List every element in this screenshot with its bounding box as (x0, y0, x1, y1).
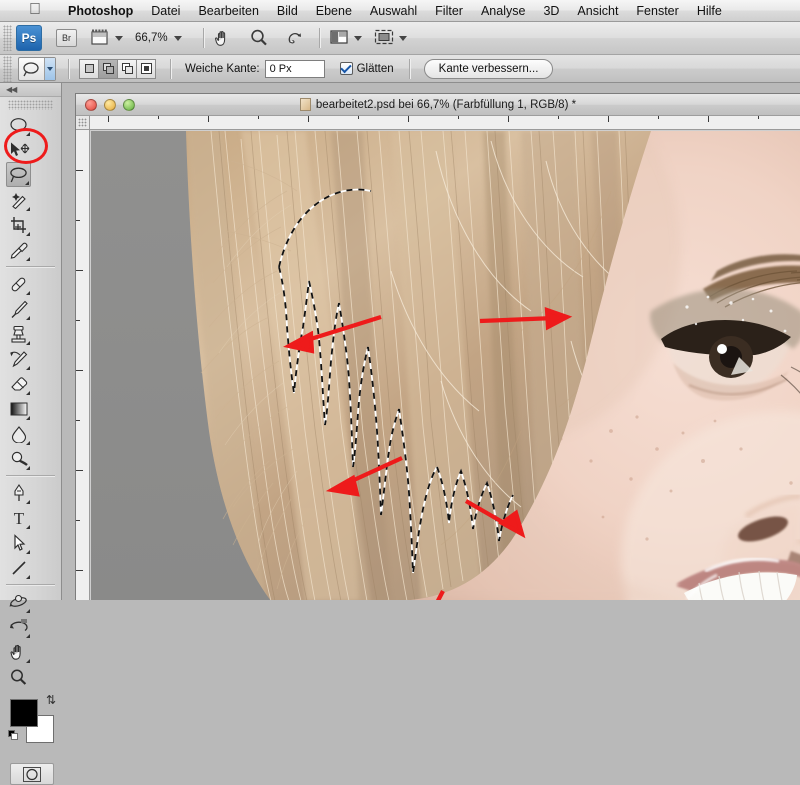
current-tool-preset-picker[interactable] (18, 56, 56, 81)
document-window: bearbeitet2.psd bei 66,7% (Farbfüllung 1… (75, 93, 800, 600)
appbar-divider-2 (318, 28, 320, 48)
move-tool[interactable] (6, 137, 31, 162)
appbar-drag-grip[interactable] (3, 25, 12, 51)
subtract-from-selection-button[interactable] (117, 58, 137, 79)
menu-item-auswahl[interactable]: Auswahl (361, 4, 426, 18)
crop-tool[interactable] (6, 212, 31, 237)
toolbox-separator-1 (6, 266, 55, 267)
marquee-elliptical-tool[interactable] (6, 112, 31, 137)
lasso-tool[interactable] (6, 162, 31, 187)
history-brush-tool[interactable] (6, 346, 31, 371)
feather-input[interactable]: 0 Px (264, 59, 325, 78)
toolbox-group-selection (0, 112, 61, 262)
toolbox-separator-2 (6, 475, 55, 476)
svg-text:T: T (13, 509, 24, 527)
3d-rotate-tool[interactable] (6, 589, 31, 614)
dodge-tool[interactable] (6, 446, 31, 471)
intersect-with-selection-button[interactable] (136, 58, 156, 79)
view-extras-chevron-down-icon[interactable] (115, 35, 123, 41)
menu-item-bearbeiten[interactable]: Bearbeiten (189, 4, 267, 18)
hand-tool-icon[interactable] (213, 28, 235, 48)
refine-edge-button[interactable]: Kante verbessern... (423, 58, 554, 79)
application-bar: Ps Br 66,7% (0, 22, 800, 55)
eraser-tool[interactable] (6, 371, 31, 396)
menu-item-fenster[interactable]: Fenster (627, 4, 687, 18)
menu-item-datei[interactable]: Datei (142, 4, 189, 18)
arrange-documents-icon[interactable] (329, 28, 351, 48)
gradient-tool[interactable] (6, 396, 31, 421)
type-tool[interactable]: T (6, 505, 31, 530)
eyedropper-tool[interactable] (6, 237, 31, 262)
zoom-tool-icon[interactable] (249, 28, 271, 48)
menu-item-ansicht[interactable]: Ansicht (568, 4, 627, 18)
bridge-icon[interactable]: Br (56, 29, 77, 47)
3d-orbit-camera-tool[interactable] (6, 614, 31, 639)
pen-tool[interactable] (6, 480, 31, 505)
arrange-documents-chevron-down-icon[interactable] (353, 35, 362, 41)
image-canvas[interactable] (91, 131, 800, 600)
tool-options-bar: Weiche Kante: 0 Px Glätten Kante verbess… (0, 55, 800, 83)
mac-menu-bar:  Photoshop Datei Bearbeiten Bild Ebene … (0, 0, 800, 22)
line-shape-tool[interactable] (6, 555, 31, 580)
antialias-label: Glätten (356, 62, 394, 75)
toolbox-panel: ◀◀ T ⇅ (0, 83, 62, 785)
quick-mask-mode-icon[interactable] (10, 763, 54, 785)
foreground-color-swatch[interactable] (10, 699, 38, 727)
path-selection-tool[interactable] (6, 530, 31, 555)
apple-logo-icon[interactable]:  (29, 1, 41, 18)
optionsbar-divider-3 (408, 58, 410, 79)
zoom-tool[interactable] (6, 664, 31, 689)
zoom-level-value: 66,7% (135, 32, 168, 44)
add-to-selection-button[interactable] (98, 58, 118, 79)
document-title-bar[interactable]: bearbeitet2.psd bei 66,7% (Farbfüllung 1… (76, 94, 800, 116)
menu-item-photoshop[interactable]: Photoshop (59, 4, 142, 18)
toolbox-group-navigation (0, 589, 61, 689)
toolbox-drag-grip[interactable] (8, 100, 53, 110)
blur-tool[interactable] (6, 421, 31, 446)
document-title: bearbeitet2.psd bei 66,7% (Farbfüllung 1… (76, 98, 800, 111)
appbar-divider-1 (202, 28, 204, 48)
clone-stamp-tool[interactable] (6, 321, 31, 346)
selection-mode-group (79, 58, 156, 79)
menu-item-3d[interactable]: 3D (534, 4, 568, 18)
hand-tool[interactable] (6, 639, 31, 664)
quick-selection-tool[interactable] (6, 187, 31, 212)
menu-item-hilfe[interactable]: Hilfe (688, 4, 731, 18)
photoshop-launch-icon[interactable]: Ps (16, 25, 42, 51)
canvas-viewport[interactable] (91, 131, 800, 600)
new-selection-button[interactable] (79, 58, 99, 79)
ruler-origin-corner[interactable] (76, 116, 90, 130)
swap-colors-icon[interactable]: ⇅ (46, 693, 56, 707)
healing-brush-tool[interactable] (6, 271, 31, 296)
screen-mode-chevron-down-icon[interactable] (398, 35, 407, 41)
feather-label: Weiche Kante: (185, 62, 260, 75)
zoom-level-chevron-down-icon[interactable] (173, 35, 182, 41)
document-title-text: bearbeitet2.psd bei 66,7% (Farbfüllung 1… (315, 98, 577, 111)
rotate-view-icon[interactable] (285, 28, 307, 48)
toolbox-header: ◀◀ (0, 83, 61, 97)
horizontal-ruler[interactable] (90, 116, 800, 130)
toolbox-separator-3 (6, 584, 55, 585)
menu-item-analyse[interactable]: Analyse (472, 4, 534, 18)
default-colors-icon[interactable] (8, 730, 19, 741)
menu-item-ebene[interactable]: Ebene (307, 4, 361, 18)
screen-mode-icon[interactable] (374, 28, 396, 48)
menu-item-filter[interactable]: Filter (426, 4, 472, 18)
collapse-panel-icon[interactable]: ◀◀ (6, 85, 17, 94)
optionsbar-divider-2 (170, 58, 171, 79)
view-extras-icon[interactable] (90, 28, 112, 48)
optionsbar-drag-grip[interactable] (3, 55, 12, 82)
psd-file-icon (299, 98, 311, 111)
optionsbar-divider-1 (68, 58, 69, 79)
toolbox-group-vector: T (0, 480, 61, 580)
photo-image (91, 131, 800, 600)
tool-preset-chevron-down-icon[interactable] (44, 57, 55, 80)
vertical-ruler[interactable] (76, 130, 90, 600)
toolbox-group-retouch (0, 271, 61, 471)
color-swatches: ⇅ (8, 693, 56, 743)
menu-item-bild[interactable]: Bild (268, 4, 307, 18)
brush-tool[interactable] (6, 296, 31, 321)
antialias-checkbox[interactable] (339, 62, 353, 75)
